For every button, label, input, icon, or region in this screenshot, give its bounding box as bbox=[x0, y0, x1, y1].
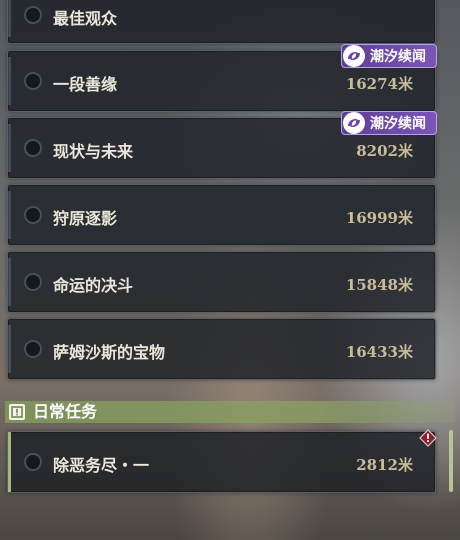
quest-distance: 15848米 bbox=[345, 276, 413, 294]
quest-distance: 16999米 bbox=[345, 209, 413, 227]
quest-name: 一段善缘 bbox=[53, 75, 118, 94]
quest-select-radio[interactable] bbox=[24, 453, 42, 471]
quest-select-radio[interactable] bbox=[24, 6, 42, 24]
quest-item-hunting-shadows[interactable]: 狩原逐影 16999米 bbox=[7, 184, 436, 246]
exclamation-icon bbox=[9, 404, 25, 420]
daily-section-title: 日常任务 bbox=[33, 402, 98, 421]
alert-diamond-icon bbox=[419, 429, 437, 447]
quest-select-radio[interactable] bbox=[24, 139, 42, 157]
quest-item-best-audience[interactable]: 最佳观众 bbox=[7, 0, 436, 44]
quest-name: 现状与未来 bbox=[53, 142, 134, 161]
quest-distance: 16274米 bbox=[345, 75, 413, 93]
quest-item-samshas-treasure[interactable]: 萨姆沙斯的宝物 16433米 bbox=[7, 318, 436, 380]
tide-story-badge: 潮汐续闻 bbox=[341, 111, 437, 135]
badge-label: 潮汐续闻 bbox=[370, 116, 426, 132]
quest-select-radio[interactable] bbox=[24, 340, 42, 358]
quest-name: 命运的决斗 bbox=[53, 276, 134, 295]
daily-quests-header: 日常任务 bbox=[5, 401, 455, 423]
tide-story-badge: 潮汐续闻 bbox=[341, 44, 437, 68]
quest-distance: 8202米 bbox=[356, 142, 413, 160]
badge-label: 潮汐续闻 bbox=[370, 49, 426, 65]
quest-select-radio[interactable] bbox=[24, 72, 42, 90]
scrollbar-thumb[interactable] bbox=[449, 430, 453, 492]
quest-item-duel-of-fate[interactable]: 命运的决斗 15848米 bbox=[7, 251, 436, 313]
tide-swirl-icon bbox=[343, 112, 365, 134]
quest-distance: 16433米 bbox=[345, 343, 413, 361]
quest-name: 最佳观众 bbox=[53, 9, 118, 28]
quest-name: 狩原逐影 bbox=[53, 209, 118, 228]
quest-select-radio[interactable] bbox=[24, 206, 42, 224]
quest-name: 萨姆沙斯的宝物 bbox=[53, 343, 166, 362]
daily-quest-item[interactable]: 除恶务尽・一 2812米 bbox=[7, 431, 436, 493]
quest-select-radio[interactable] bbox=[24, 273, 42, 291]
tide-swirl-icon bbox=[343, 45, 365, 67]
quest-name: 除恶务尽・一 bbox=[53, 456, 150, 475]
quest-distance: 2812米 bbox=[356, 456, 413, 474]
